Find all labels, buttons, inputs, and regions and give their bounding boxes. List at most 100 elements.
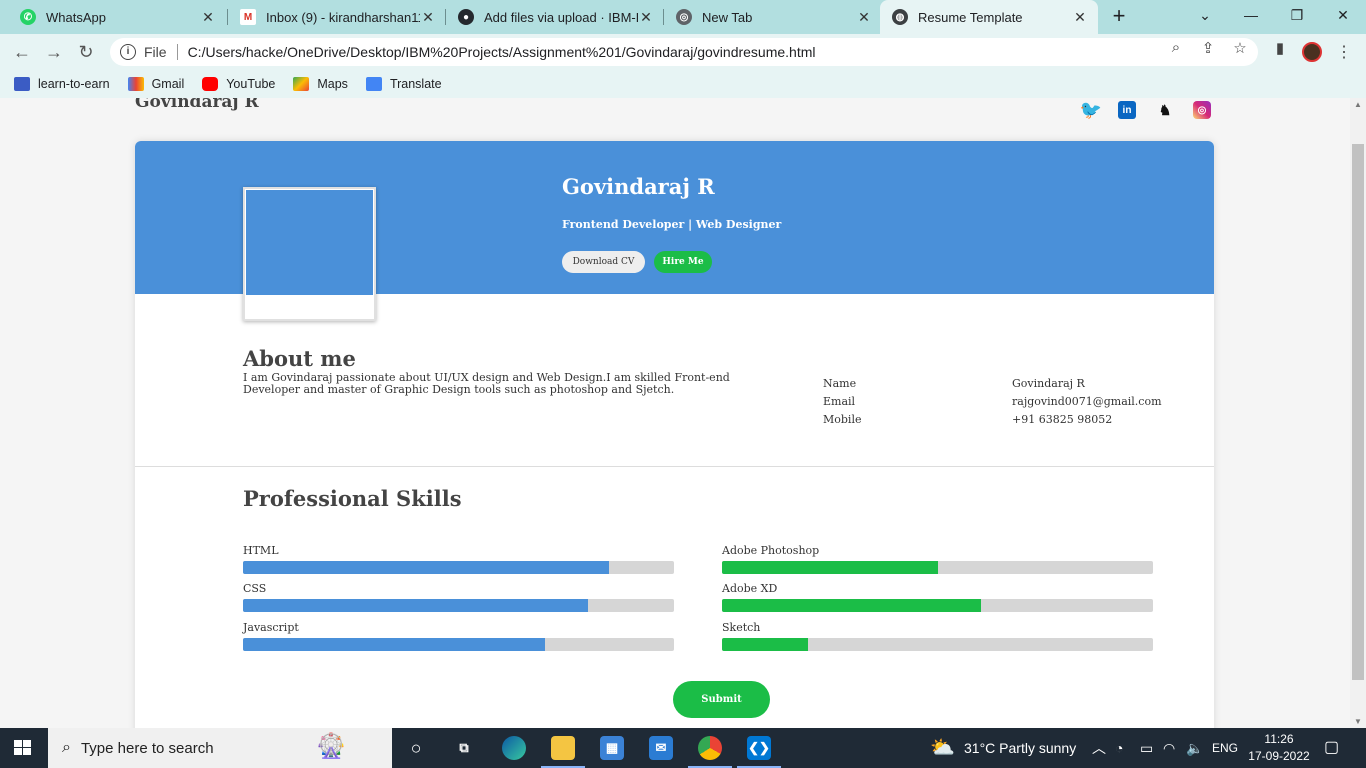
bookmark-translate[interactable]: Translate — [365, 77, 442, 91]
close-icon[interactable]: ✕ — [856, 9, 872, 26]
side-panel-icon[interactable]: ▮ — [1270, 39, 1290, 57]
skill-css: CSS — [243, 582, 674, 612]
bookmark-label: Translate — [389, 77, 442, 91]
tab-title: Resume Template — [918, 9, 1023, 25]
submit-button[interactable]: Submit — [673, 681, 770, 718]
battery-icon[interactable]: ▭ — [1140, 728, 1153, 768]
address-bar[interactable]: i File C:/Users/hacke/OneDrive/Desktop/I… — [110, 38, 1258, 66]
skill-javascript: Javascript — [243, 621, 674, 651]
clock[interactable]: 11:26 17-09-2022 — [1248, 731, 1310, 765]
info-value: Govindaraj R — [1012, 377, 1085, 390]
scrollbar-thumb[interactable] — [1352, 144, 1364, 680]
file-explorer-icon[interactable] — [551, 736, 575, 760]
restore-button[interactable]: ❐ — [1274, 0, 1320, 30]
mail-icon[interactable]: ✉ — [649, 736, 673, 760]
notification-icon[interactable]: ▢ — [1324, 728, 1339, 768]
bookmark-label: Gmail — [151, 77, 185, 91]
translate-icon — [365, 77, 382, 91]
skill-bar-fill — [722, 638, 809, 651]
tab-new-tab[interactable]: ◎ New Tab ✕ — [664, 0, 882, 34]
menu-icon[interactable]: ⋮ — [1336, 42, 1352, 62]
linkedin-icon[interactable]: in — [1118, 101, 1136, 119]
network-icon[interactable]: ◔ — [1115, 728, 1123, 768]
section-divider — [135, 466, 1214, 467]
vscode-icon[interactable]: ❮❯ — [747, 736, 771, 760]
language-indicator[interactable]: ENG — [1212, 728, 1238, 768]
tab-whatsapp[interactable]: ✆ WhatsApp ✕ — [8, 0, 226, 34]
bookmark-youtube[interactable]: YouTube — [202, 77, 275, 91]
bookmark-gmail[interactable]: Gmail — [127, 77, 185, 91]
tab-title: New Tab — [702, 9, 753, 25]
skill-adobe-photoshop: Adobe Photoshop — [722, 544, 1153, 574]
skill-bar-fill — [243, 638, 545, 651]
scheme-label: File — [144, 44, 167, 60]
twitter-icon[interactable]: 🐦 — [1080, 100, 1102, 120]
skill-html: HTML — [243, 544, 674, 574]
close-icon[interactable]: ✕ — [200, 9, 216, 26]
bookmark-label: YouTube — [226, 77, 276, 91]
skill-label: Sketch — [722, 621, 761, 634]
search-placeholder: Type here to search — [80, 739, 214, 757]
hire-me-button[interactable]: Hire Me — [654, 251, 712, 273]
tab-gmail[interactable]: M Inbox (9) - kirandharshan110 ✕ — [228, 0, 446, 34]
reload-button[interactable]: ↻ — [73, 39, 99, 65]
taskbar-search[interactable]: ⌕ Type here to search 🎡 — [48, 728, 392, 768]
back-button[interactable]: ← — [9, 39, 35, 65]
info-row: Email rajgovind0071@gmail.com — [823, 395, 1214, 413]
gmail-icon — [127, 77, 144, 91]
skills-title: Professional Skills — [243, 486, 462, 511]
tab-resume-template[interactable]: ◍ Resume Template ✕ — [880, 0, 1098, 34]
weather-text[interactable]: 31°C Partly sunny — [964, 728, 1076, 768]
edge-icon[interactable] — [502, 736, 526, 760]
share-icon[interactable]: ⇪ — [1198, 39, 1218, 57]
search-icon: ⌕ — [62, 739, 71, 756]
tab-search-button[interactable]: ⌄ — [1182, 0, 1228, 30]
close-icon[interactable]: ✕ — [420, 9, 436, 26]
close-icon[interactable]: ✕ — [638, 9, 654, 26]
whatsapp-icon: ✆ — [20, 9, 36, 25]
close-icon[interactable]: ✕ — [1072, 9, 1088, 26]
clock-time: 11:26 — [1264, 732, 1294, 746]
page-scrollbar[interactable]: ▲ ▼ — [1350, 98, 1366, 728]
scroll-up-icon[interactable]: ▲ — [1354, 100, 1362, 109]
tab-title: Add files via upload · IBM-EP — [484, 9, 638, 25]
zoom-icon[interactable]: ⌕ — [1166, 39, 1186, 56]
skill-bar — [722, 561, 1153, 574]
chrome-icon[interactable] — [698, 736, 722, 760]
info-row: Name Govindaraj R — [823, 377, 1214, 395]
bookmark-star-icon[interactable]: ☆ — [1230, 39, 1250, 57]
bookmark-app-icon — [14, 77, 30, 91]
minimize-button[interactable]: — — [1228, 0, 1274, 30]
wifi-icon[interactable]: ◠ — [1163, 728, 1175, 768]
info-key: Mobile — [823, 413, 862, 426]
festival-icon: 🎡 — [316, 733, 346, 760]
store-icon[interactable]: ▦ — [600, 736, 624, 760]
page-viewport: Govindaraj R 🐦 in ♞ ◎ Govindaraj R Front… — [0, 98, 1350, 728]
info-icon[interactable]: i — [120, 44, 136, 60]
bookmark-learn-to-earn[interactable]: learn-to-earn — [14, 77, 110, 91]
hero-role: Frontend Developer | Web Designer — [562, 218, 782, 231]
about-title: About me — [243, 346, 356, 371]
scroll-down-icon[interactable]: ▼ — [1354, 717, 1362, 726]
new-tab-button[interactable]: + — [1106, 4, 1132, 30]
volume-icon[interactable]: 🔈 — [1186, 728, 1203, 768]
skill-bar — [243, 599, 674, 612]
close-window-button[interactable]: ✕ — [1320, 0, 1366, 30]
instagram-icon[interactable]: ◎ — [1193, 101, 1211, 119]
weather-icon[interactable]: ⛅ — [930, 728, 955, 768]
profile-avatar[interactable] — [1302, 42, 1322, 62]
bookmark-maps[interactable]: Maps — [293, 77, 348, 91]
tab-github[interactable]: ● Add files via upload · IBM-EP ✕ — [446, 0, 664, 34]
task-view-icon[interactable]: ⧉ — [452, 736, 476, 760]
windows-start-icon[interactable] — [14, 740, 32, 756]
url-text[interactable]: C:/Users/hacke/OneDrive/Desktop/IBM%20Pr… — [188, 44, 816, 60]
github-icon[interactable]: ♞ — [1154, 100, 1176, 120]
tray-overflow-icon[interactable]: ︿ — [1092, 728, 1106, 768]
download-cv-button[interactable]: Download CV — [562, 251, 645, 273]
page-brand: Govindaraj R — [135, 98, 259, 112]
cortana-icon[interactable]: ○ — [404, 736, 428, 760]
forward-button[interactable]: → — [41, 39, 67, 65]
skill-adobe-xd: Adobe XD — [722, 582, 1153, 612]
skill-bar — [243, 561, 674, 574]
skill-bar-fill — [722, 561, 938, 574]
